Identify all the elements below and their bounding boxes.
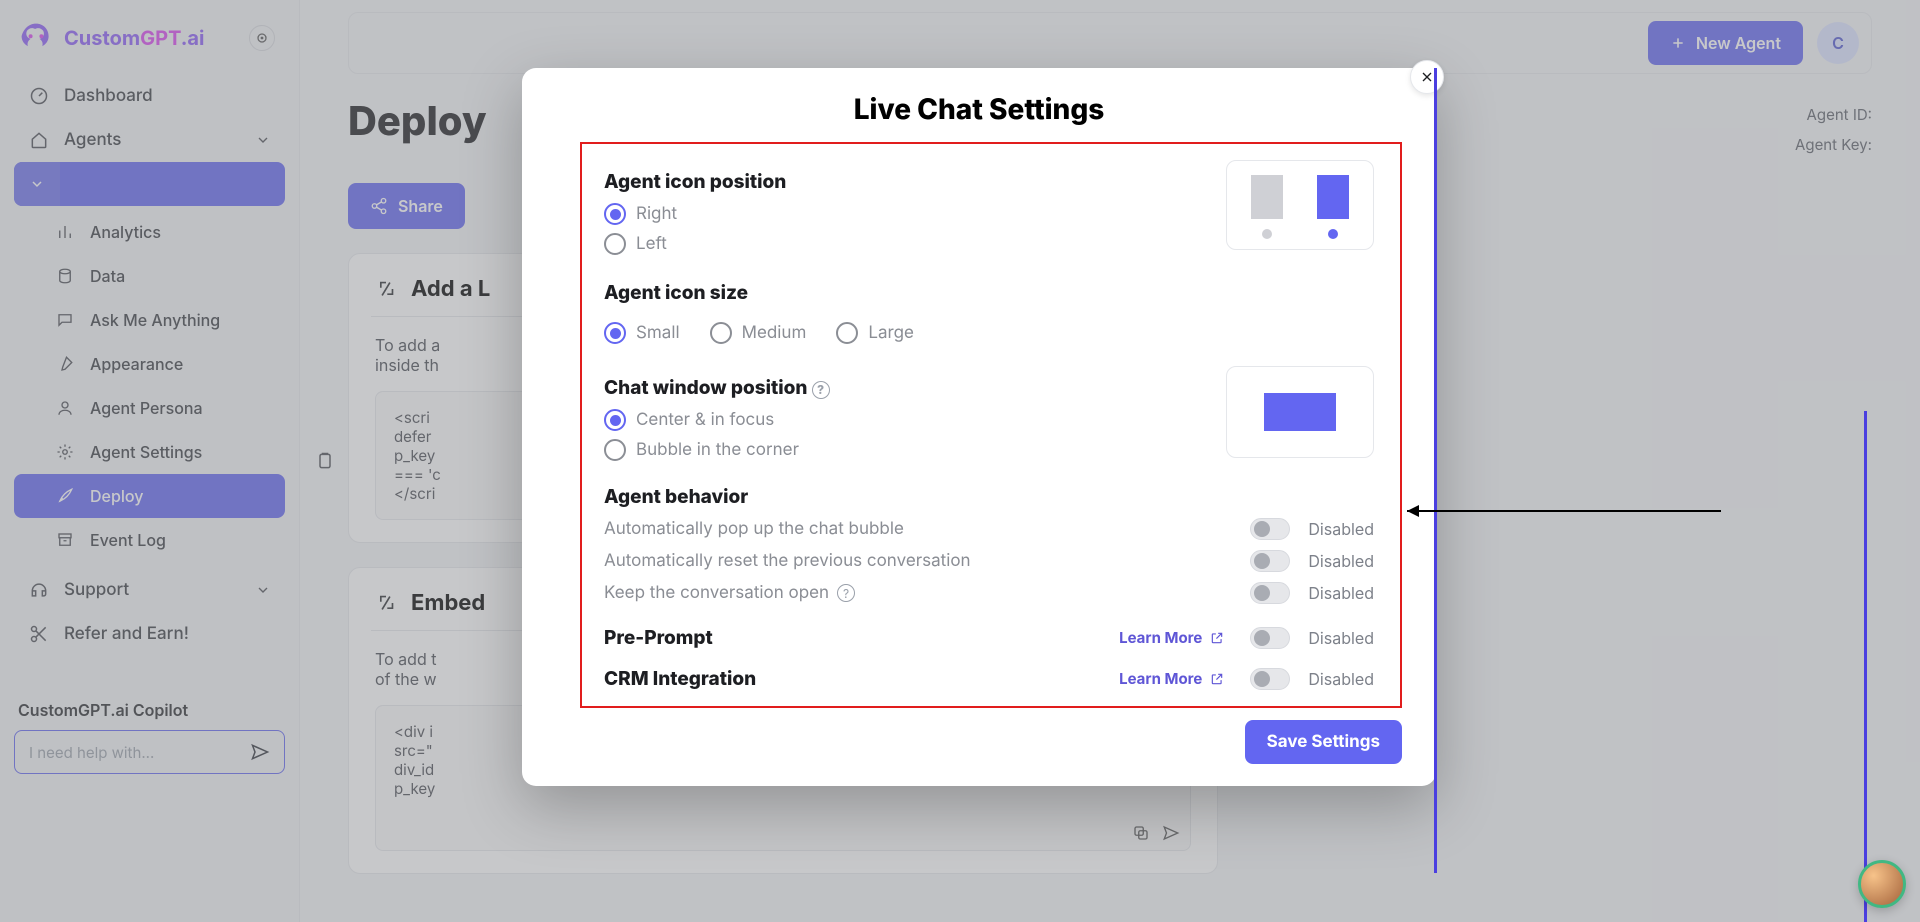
radio-large[interactable]: Large: [836, 322, 914, 344]
radio-icon: [604, 439, 626, 461]
switch[interactable]: [1250, 518, 1290, 540]
external-link-icon: [1210, 631, 1224, 645]
icon-position-preview: [1226, 160, 1374, 250]
learn-more-link[interactable]: Learn More: [1119, 628, 1224, 647]
help-icon[interactable]: ?: [812, 381, 830, 399]
radio-icon: [836, 322, 858, 344]
switch[interactable]: [1250, 627, 1290, 649]
close-icon: [1419, 69, 1435, 85]
radio-center[interactable]: Center & in focus: [604, 409, 1206, 431]
radio-icon: [604, 203, 626, 225]
radio-icon: [604, 409, 626, 431]
section-behavior: Agent behavior: [604, 485, 1374, 508]
chat-position-preview: [1226, 366, 1374, 458]
settings-highlight-box: Agent icon position Right Left Agent ico…: [580, 142, 1402, 708]
annotation-line: [1434, 68, 1437, 873]
livechat-settings-modal: Live Chat Settings Agent icon position R…: [522, 68, 1436, 786]
radio-icon: [604, 322, 626, 344]
radio-icon: [710, 322, 732, 344]
modal-title: Live Chat Settings: [522, 92, 1436, 126]
row-preprompt: Pre-Prompt Learn More Disabled: [604, 626, 1374, 649]
save-settings-button[interactable]: Save Settings: [1245, 720, 1402, 764]
radio-medium[interactable]: Medium: [710, 322, 807, 344]
toggle-keepopen: Keep the conversation open ? Disabled: [604, 582, 1374, 604]
radio-icon: [604, 233, 626, 255]
annotation-arrow: [1395, 501, 1725, 521]
switch[interactable]: [1250, 582, 1290, 604]
close-button[interactable]: [1410, 60, 1444, 94]
toggle-autoreset: Automatically reset the previous convers…: [604, 550, 1374, 572]
help-icon[interactable]: ?: [837, 584, 855, 602]
radio-bubble[interactable]: Bubble in the corner: [604, 439, 1206, 461]
section-icon-position: Agent icon position: [604, 170, 1206, 193]
section-icon-size: Agent icon size: [604, 281, 1374, 304]
floating-support-avatar[interactable]: [1858, 860, 1906, 908]
radio-small[interactable]: Small: [604, 322, 680, 344]
radio-right[interactable]: Right: [604, 203, 1206, 225]
toggle-autopopup: Automatically pop up the chat bubble Dis…: [604, 518, 1374, 540]
external-link-icon: [1210, 672, 1224, 686]
learn-more-link[interactable]: Learn More: [1119, 669, 1224, 688]
section-chat-position: Chat window position ?: [604, 376, 1206, 399]
row-crm: CRM Integration Learn More Disabled: [604, 667, 1374, 690]
annotation-line: [1864, 411, 1867, 922]
switch[interactable]: [1250, 668, 1290, 690]
radio-left[interactable]: Left: [604, 233, 1206, 255]
switch[interactable]: [1250, 550, 1290, 572]
